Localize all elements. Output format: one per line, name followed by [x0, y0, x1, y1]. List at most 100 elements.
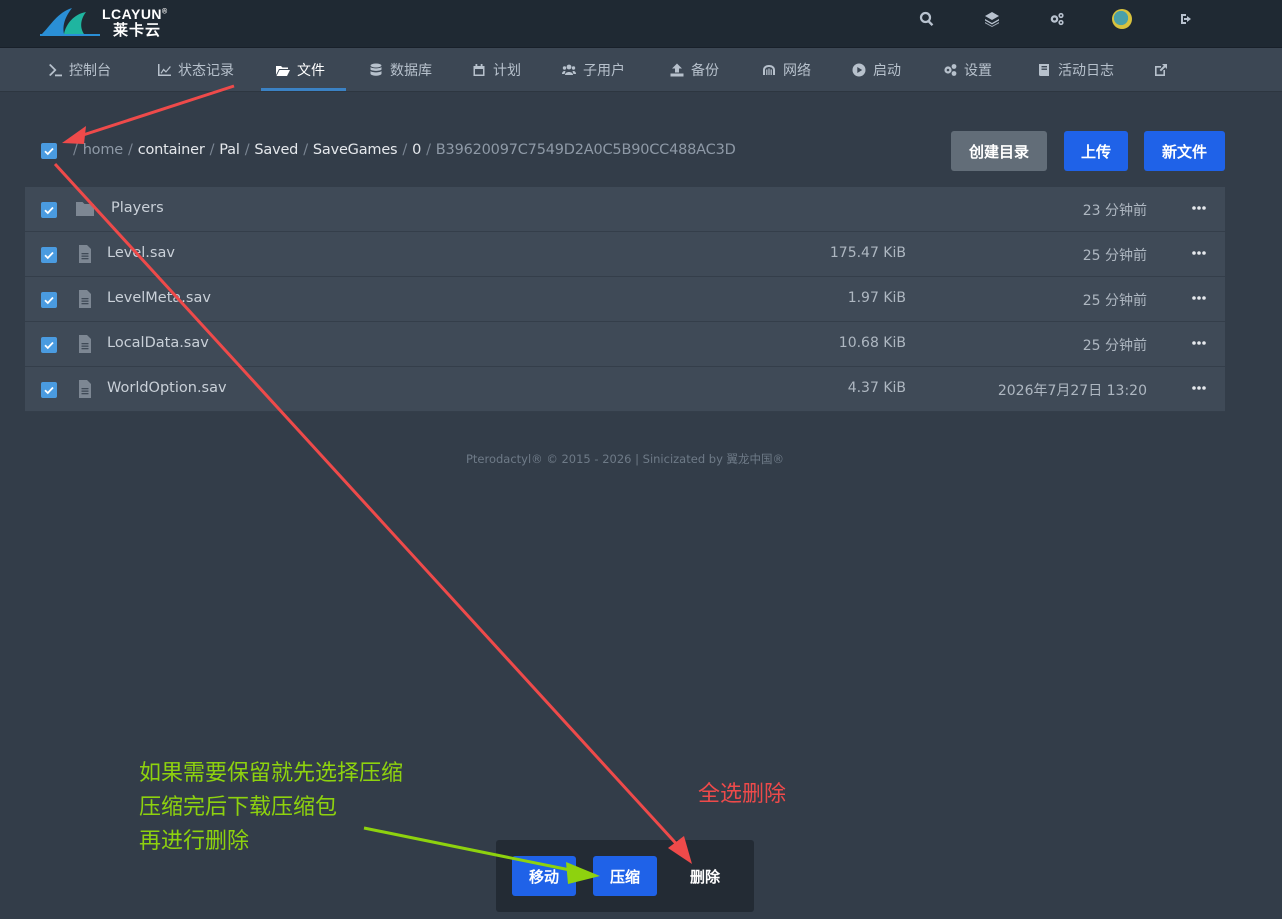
breadcrumb-separator: / — [402, 142, 408, 158]
more-options-icon[interactable] — [1189, 198, 1209, 218]
file-name[interactable]: WorldOption.sav — [107, 380, 227, 396]
breadcrumb-saved[interactable]: Saved — [254, 142, 298, 158]
select-all-checkbox[interactable] — [41, 143, 57, 159]
logo-mark — [40, 8, 100, 36]
breadcrumb-home[interactable]: home — [83, 142, 124, 158]
brand-logo[interactable]: LCAYUN® 莱卡云 — [40, 4, 180, 40]
delete-button[interactable]: 删除 — [673, 856, 737, 896]
breadcrumb-pal[interactable]: Pal — [219, 142, 240, 158]
breadcrumb-separator: / — [128, 142, 133, 158]
file-name[interactable]: Players — [111, 200, 164, 216]
top-bar: LCAYUN® 莱卡云 — [0, 0, 1282, 48]
file-icon — [79, 245, 91, 263]
tab-label: 状态记录 — [178, 62, 234, 79]
new-file-button[interactable]: 新文件 — [1144, 131, 1225, 171]
user-avatar[interactable] — [1107, 8, 1137, 30]
tab-label: 文件 — [297, 62, 325, 79]
compress-button[interactable]: 压缩 — [593, 856, 657, 896]
tab-startup[interactable]: 启动 — [852, 48, 901, 91]
network-icon — [763, 64, 775, 75]
annotation-line: 压缩完后下载压缩包 — [139, 795, 338, 820]
file-modified: 25 分钟前 — [1082, 338, 1147, 354]
logout-icon[interactable] — [1172, 8, 1202, 30]
tab-schedule[interactable]: 计划 — [472, 48, 521, 91]
more-options-icon[interactable] — [1189, 333, 1209, 353]
cogs-icon — [944, 63, 957, 76]
check-icon — [44, 251, 54, 260]
check-icon — [44, 386, 54, 395]
tab-label: 设置 — [964, 62, 992, 79]
upload-icon — [670, 63, 684, 76]
breadcrumb-separator: / — [73, 142, 78, 158]
calendar-icon — [473, 63, 485, 76]
create-directory-button[interactable]: 创建目录 — [951, 131, 1047, 171]
tab-network[interactable]: 网络 — [762, 48, 811, 91]
server-nav: 控制台 状态记录 文件 数据库 计划 子用户 备份 网络 启动 设置 活动日志 — [0, 48, 1282, 92]
move-button[interactable]: 移动 — [512, 856, 576, 896]
file-row[interactable]: Level.sav 175.47 KiB 25 分钟前 — [25, 232, 1225, 277]
tab-files[interactable]: 文件 — [276, 48, 325, 91]
breadcrumb-separator: / — [303, 142, 308, 158]
tab-subusers[interactable]: 子用户 — [562, 48, 625, 91]
external-link-icon — [1155, 63, 1167, 76]
file-name[interactable]: LevelMeta.sav — [107, 290, 211, 306]
database-icon — [370, 63, 382, 76]
footer-copyright: Pterodactyl® © 2015 - 2026 | Sinicizated… — [465, 452, 785, 466]
check-icon — [44, 296, 54, 305]
row-checkbox[interactable] — [41, 202, 57, 218]
cogs-icon[interactable] — [1042, 8, 1072, 30]
brand-subtitle: 莱卡云 — [113, 22, 162, 39]
file-icon — [79, 380, 91, 398]
row-checkbox[interactable] — [41, 292, 57, 308]
annotation-line: 如果需要保留就先选择压缩 — [139, 761, 404, 786]
more-options-icon[interactable] — [1189, 288, 1209, 308]
file-list: Players 23 分钟前 Level.sav 175.47 KiB 25 分… — [25, 187, 1225, 412]
tab-label: 网络 — [783, 62, 811, 79]
check-icon — [44, 147, 54, 156]
tab-external[interactable] — [1154, 48, 1175, 91]
tab-backups[interactable]: 备份 — [670, 48, 719, 91]
breadcrumb-container[interactable]: container — [138, 142, 205, 158]
layers-icon[interactable] — [977, 8, 1007, 30]
tab-label: 计划 — [493, 62, 521, 79]
file-row[interactable]: WorldOption.sav 4.37 KiB 2026年7月27日 13:2… — [25, 367, 1225, 412]
file-modified: 23 分钟前 — [1082, 203, 1147, 219]
file-row[interactable]: LevelMeta.sav 1.97 KiB 25 分钟前 — [25, 277, 1225, 322]
more-options-icon[interactable] — [1189, 378, 1209, 398]
row-checkbox[interactable] — [41, 337, 57, 353]
folder-open-icon — [276, 65, 290, 76]
more-options-icon[interactable] — [1189, 243, 1209, 263]
folder-icon — [76, 202, 94, 216]
active-tab-indicator — [261, 88, 346, 91]
search-icon[interactable] — [912, 8, 942, 30]
top-icon-group — [877, 8, 1202, 30]
tab-stats[interactable]: 状态记录 — [157, 48, 234, 91]
terminal-icon — [49, 63, 62, 76]
check-icon — [44, 206, 54, 215]
breadcrumb-current: B39620097C7549D2A0C5B90CC488AC3D — [435, 142, 736, 158]
tab-activity[interactable]: 活动日志 — [1037, 48, 1114, 91]
tab-database[interactable]: 数据库 — [369, 48, 432, 91]
chart-icon — [158, 63, 171, 76]
annotation-line: 再进行删除 — [139, 829, 250, 854]
tab-settings[interactable]: 设置 — [943, 48, 992, 91]
breadcrumb-savegames[interactable]: SaveGames — [313, 142, 398, 158]
tab-label: 数据库 — [390, 62, 432, 79]
tab-label: 子用户 — [583, 62, 625, 79]
file-size: 1.97 KiB — [847, 290, 906, 306]
file-icon — [79, 335, 91, 353]
file-size: 10.68 KiB — [838, 335, 906, 351]
avatar — [1112, 9, 1132, 29]
users-icon — [562, 64, 576, 75]
row-checkbox[interactable] — [41, 382, 57, 398]
file-name[interactable]: LocalData.sav — [107, 335, 209, 351]
play-icon — [852, 63, 866, 76]
tab-console[interactable]: 控制台 — [48, 48, 111, 91]
file-row[interactable]: Players 23 分钟前 — [25, 187, 1225, 232]
upload-button[interactable]: 上传 — [1064, 131, 1128, 171]
file-name[interactable]: Level.sav — [107, 245, 175, 261]
tab-label: 启动 — [873, 62, 901, 79]
row-checkbox[interactable] — [41, 247, 57, 263]
breadcrumb-zero[interactable]: 0 — [412, 142, 421, 158]
file-row[interactable]: LocalData.sav 10.68 KiB 25 分钟前 — [25, 322, 1225, 367]
